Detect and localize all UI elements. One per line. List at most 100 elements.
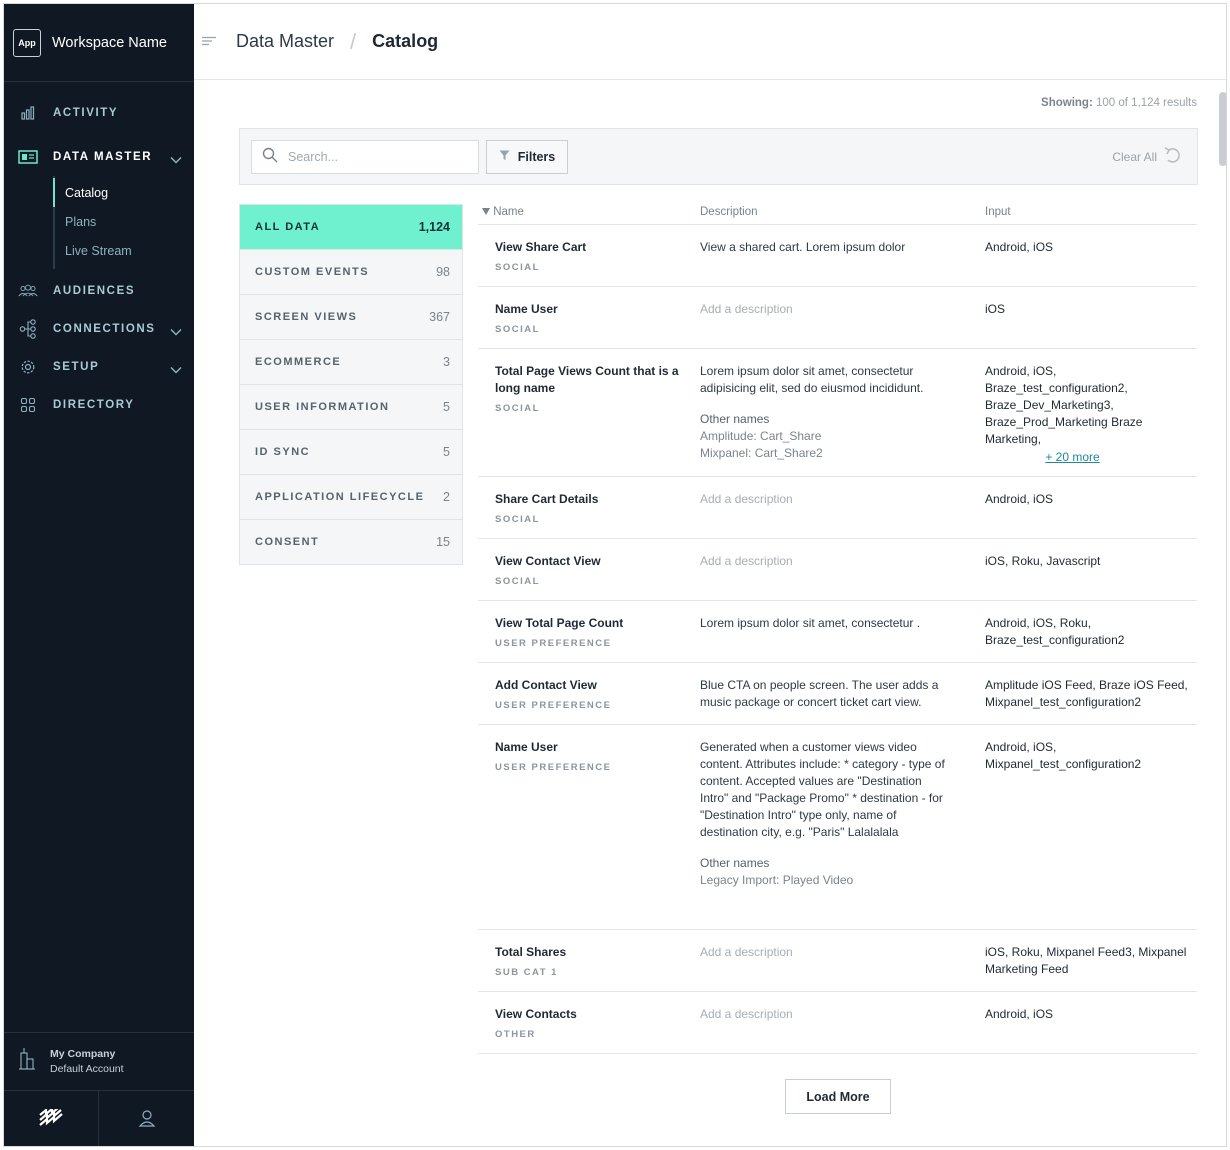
- results-count-label: Showing:: [1041, 97, 1093, 109]
- category-all-data[interactable]: ALL DATA 1,124: [240, 205, 462, 250]
- event-name[interactable]: View Total Page Count: [495, 615, 685, 632]
- category-count: 5: [443, 400, 450, 414]
- event-description: Generated when a customer views video co…: [700, 740, 945, 839]
- event-category: SUB CAT 1: [495, 967, 558, 978]
- other-name: Mixpanel: Cart_Share2: [700, 446, 823, 460]
- table-row[interactable]: View Total Page Count USER PREFERENCE Lor…: [478, 601, 1197, 663]
- category-id-sync[interactable]: ID SYNC 5: [240, 430, 462, 475]
- menu-icon[interactable]: [202, 33, 220, 51]
- event-category: SOCIAL: [495, 403, 540, 414]
- nav-label: CONNECTIONS: [53, 323, 156, 335]
- subnav-item-plans[interactable]: Plans: [53, 207, 194, 236]
- nav-item-data-master[interactable]: DATA MASTER: [4, 138, 194, 176]
- subnav-item-catalog[interactable]: Catalog: [53, 178, 194, 207]
- results-count: Showing: 100 of 1,124 results: [904, 97, 1197, 109]
- results-count-value: 100 of 1,124 results: [1095, 97, 1197, 109]
- category-count: 3: [443, 355, 450, 369]
- add-description-link[interactable]: Add a description: [700, 491, 950, 508]
- table-row[interactable]: Total Page Views Count that is a long na…: [478, 349, 1197, 477]
- scrollbar-thumb[interactable]: [1219, 92, 1226, 166]
- category-label: APPLICATION LIFECYCLE: [255, 491, 425, 503]
- event-name[interactable]: View Share Cart: [495, 239, 685, 256]
- event-name[interactable]: Name User: [495, 739, 685, 756]
- data-master-icon: [18, 147, 38, 167]
- event-inputs: iOS, Roku, Javascript: [985, 554, 1101, 568]
- column-header-name[interactable]: Name: [482, 206, 524, 218]
- clear-all-button[interactable]: Clear All: [1112, 146, 1183, 167]
- nav-label: ACTIVITY: [53, 107, 119, 119]
- main-nav: ACTIVITY DATA MASTER Catalog Plans Live …: [4, 82, 194, 424]
- nav-item-directory[interactable]: DIRECTORY: [4, 386, 194, 424]
- event-inputs: Android, iOS: [985, 240, 1054, 254]
- category-label: SCREEN VIEWS: [255, 311, 358, 323]
- category-application-lifecycle[interactable]: APPLICATION LIFECYCLE 2: [240, 475, 462, 520]
- filter-toolbar: Filters Clear All: [239, 128, 1198, 185]
- table-row[interactable]: View Contact View SOCIAL Add a descriptio…: [478, 539, 1197, 601]
- event-name[interactable]: Total Page Views Count that is a long na…: [495, 363, 680, 397]
- table-row[interactable]: View Contacts OTHER Add a description And…: [478, 992, 1197, 1054]
- event-category: OTHER: [495, 1029, 536, 1040]
- table-row[interactable]: Name User SOCIAL Add a description iOS: [478, 287, 1197, 349]
- event-name[interactable]: View Contact View: [495, 553, 685, 570]
- add-description-link[interactable]: Add a description: [700, 301, 950, 318]
- category-ecommerce[interactable]: ECOMMERCE 3: [240, 340, 462, 385]
- column-header-description[interactable]: Description: [700, 206, 758, 218]
- user-profile-button[interactable]: [99, 1091, 194, 1146]
- add-description-link[interactable]: Add a description: [700, 1006, 950, 1023]
- event-inputs: iOS, Roku, Mixpanel Feed3, Mixpanel Mark…: [985, 945, 1187, 976]
- gear-icon: [18, 357, 38, 377]
- filters-button[interactable]: Filters: [486, 140, 568, 174]
- search-input[interactable]: [288, 150, 458, 164]
- add-description-link[interactable]: Add a description: [700, 553, 950, 570]
- brand-logo-button[interactable]: [4, 1091, 99, 1146]
- connections-icon: [18, 319, 38, 339]
- category-custom-events[interactable]: CUSTOM EVENTS 98: [240, 250, 462, 295]
- event-name[interactable]: Share Cart Details: [495, 491, 685, 508]
- workspace-name: Workspace Name: [52, 34, 167, 51]
- table-row[interactable]: Total Shares SUB CAT 1 Add a description …: [478, 930, 1197, 992]
- nav-item-audiences[interactable]: AUDIENCES: [4, 272, 194, 310]
- event-description: Blue CTA on people screen. The user adds…: [700, 678, 939, 709]
- event-name[interactable]: Name User: [495, 301, 685, 318]
- event-name[interactable]: Total Shares: [495, 944, 685, 961]
- category-consent[interactable]: CONSENT 15: [240, 520, 462, 565]
- subnav-item-live-stream[interactable]: Live Stream: [53, 236, 194, 265]
- category-label: ID SYNC: [255, 446, 311, 458]
- event-inputs: Android, iOS, Roku, Braze_test_configura…: [985, 616, 1125, 647]
- company-switcher[interactable]: My Company Default Account: [4, 1032, 194, 1090]
- category-user-information[interactable]: USER INFORMATION 5: [240, 385, 462, 430]
- scrollbar[interactable]: [1219, 84, 1226, 1146]
- category-count: 1,124: [418, 220, 450, 234]
- sidebar-footer: [4, 1090, 194, 1146]
- chevron-up-icon[interactable]: [170, 151, 182, 169]
- reset-icon: [1163, 146, 1183, 167]
- breadcrumb-separator: /: [350, 28, 357, 54]
- show-more-inputs-link[interactable]: + 20 more: [985, 450, 1160, 464]
- event-category: SOCIAL: [495, 576, 540, 587]
- breadcrumb-data-master[interactable]: Data Master: [236, 31, 334, 52]
- table-row[interactable]: View Share Cart SOCIAL View a shared cart…: [478, 225, 1197, 287]
- event-category: USER PREFERENCE: [495, 638, 612, 649]
- nav-label: SETUP: [53, 361, 100, 373]
- event-category: SOCIAL: [495, 324, 540, 335]
- nav-item-setup[interactable]: SETUP: [4, 348, 194, 386]
- workspace-switcher[interactable]: App Workspace Name: [4, 4, 194, 82]
- add-description-link[interactable]: Add a description: [700, 944, 950, 961]
- chevron-down-icon[interactable]: [170, 323, 182, 341]
- chevron-down-icon[interactable]: [170, 361, 182, 379]
- event-name[interactable]: Add Contact View: [495, 677, 685, 694]
- search-box[interactable]: [251, 140, 479, 174]
- nav-label: AUDIENCES: [53, 285, 136, 297]
- table-row[interactable]: Share Cart Details SOCIAL Add a descripti…: [478, 477, 1197, 539]
- event-description: Lorem ipsum dolor sit amet, consectetur …: [700, 616, 921, 630]
- load-more-button[interactable]: Load More: [785, 1079, 891, 1114]
- search-icon: [262, 147, 278, 168]
- nav-item-connections[interactable]: CONNECTIONS: [4, 310, 194, 348]
- category-count: 15: [436, 535, 450, 549]
- column-header-input[interactable]: Input: [985, 206, 1011, 218]
- table-row[interactable]: Add Contact View USER PREFERENCE Blue CTA…: [478, 663, 1197, 725]
- category-screen-views[interactable]: SCREEN VIEWS 367: [240, 295, 462, 340]
- nav-item-activity[interactable]: ACTIVITY: [4, 94, 194, 132]
- event-name[interactable]: View Contacts: [495, 1006, 685, 1023]
- table-row[interactable]: Name User USER PREFERENCE Generated when …: [478, 725, 1197, 930]
